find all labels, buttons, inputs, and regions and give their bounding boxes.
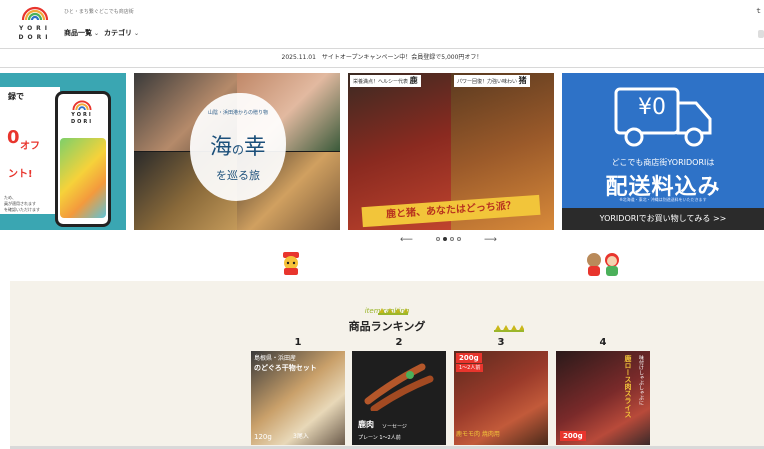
campaign-big-number: 0: [7, 127, 20, 148]
nav-categories[interactable]: カテゴリ ⌄: [104, 28, 139, 38]
chevron-down-icon: ⌄: [94, 30, 100, 37]
ranking-caption-top: 島根県・浜田産: [254, 355, 297, 362]
ranking-deco-icon: [494, 325, 524, 332]
sea-title-char: 幸: [244, 135, 267, 160]
sea-subtitle: 山陰・浜田港からの贈り物: [207, 110, 268, 116]
mascot-left-icon: [283, 252, 299, 275]
announcement-text: サイトオープンキャンペーン中！会員登録で5,000円オフ！: [321, 54, 483, 61]
ranking-number: 4: [599, 337, 607, 348]
shipping-line-1: どこでも商店街YORIDORIは: [611, 158, 715, 167]
ranking-item[interactable]: 4 味付けしゃぶしゃぶに 鹿ロース肉スライス 200g: [556, 337, 650, 445]
carousel-dot-active[interactable]: [443, 237, 447, 241]
carousel-dot[interactable]: [457, 237, 461, 241]
carousel-dot[interactable]: [450, 237, 454, 241]
mascot-pair-icon: [587, 253, 619, 276]
header-corner-text: ｔ: [755, 7, 762, 15]
boar-tag-small: パワー回復！力強い味わい: [457, 79, 518, 85]
phone-mockup: YORI DORI: [55, 91, 111, 227]
campaign-fine-line: を確認いただけます: [4, 207, 40, 212]
logo-text-bottom: DORI: [18, 34, 52, 41]
boar-tag-big: 猪: [518, 76, 527, 85]
ranking-caption-bottom: 120g: [254, 433, 272, 441]
ranking-item-image: 200g 1〜2人前 鹿モモ肉 焼肉用: [454, 351, 548, 445]
carousel-prev-arrow-icon[interactable]: ⟵: [400, 235, 413, 245]
sea-title-no: の: [231, 143, 244, 157]
carousel-dots: [436, 235, 466, 243]
campaign-big-suffix: オフ: [20, 141, 40, 152]
ranking-item-image: 鹿肉 ソーセージ プレーン 1〜2人前: [352, 351, 446, 445]
deer-tag-small: 栄養満点！ヘルシー代表: [353, 79, 409, 85]
sea-title-char: 海: [209, 135, 232, 160]
boar-tag: パワー回復！力強い味わい 猪: [454, 75, 530, 87]
ranking-caption-top: 鹿肉: [358, 420, 374, 429]
ranking-title-en: item ranking: [364, 307, 410, 315]
carousel-slide-deer-boar[interactable]: 栄養満点！ヘルシー代表 鹿 パワー回復！力強い味わい 猪 鹿と猪、あなたはどっち…: [348, 73, 554, 230]
ranking-caption-bottom: 200g: [560, 431, 586, 441]
nav-categories-label: カテゴリ: [104, 29, 132, 37]
ranking-number: 1: [294, 337, 302, 348]
carousel-slide-campaign[interactable]: 録で 0 オフ ント! ため、 員が適用されます を確認いただけます YORI …: [0, 73, 126, 230]
rainbow-logo-icon: [21, 6, 49, 20]
chevron-down-icon: ⌄: [134, 30, 140, 37]
free-shipping-yen: ¥0: [638, 95, 666, 120]
site-tagline: ひと・まち繋ぐどこでも商店街: [64, 9, 134, 15]
carousel-next-arrow-icon[interactable]: ⟶: [484, 235, 497, 245]
ranking-item-image: 味付けしゃぶしゃぶに 鹿ロース肉スライス 200g: [556, 351, 650, 445]
announcement-date: 2025.11.01: [281, 54, 316, 61]
sea-title-sub: を巡る旅: [216, 169, 260, 182]
deer-tag-big: 鹿: [409, 76, 418, 85]
ranking-title: 商品ランキング: [348, 320, 426, 333]
ranking-caption-bottom: 鹿モモ肉 焼肉用: [456, 431, 500, 438]
ranking-caption-bottom-2: 3尾入: [293, 433, 309, 440]
ranking-item[interactable]: 2 鹿肉 ソーセージ プレーン 1〜2人前: [352, 337, 446, 445]
ranking-caption-mid: 1〜2人前: [456, 364, 484, 372]
phone-screen-illustration: [60, 138, 106, 218]
logo-text: YORI DORI: [18, 24, 52, 42]
ranking-item[interactable]: 1 島根県・浜田産 のどぐろ干物セット 120g 3尾入: [251, 337, 345, 445]
phone-logo-bottom: DORI: [70, 119, 94, 125]
campaign-text-bottom: ント!: [8, 169, 33, 180]
sea-title: 海の幸: [190, 129, 286, 161]
ranking-item-image: 島根県・浜田産 のどぐろ干物セット 120g 3尾入: [251, 351, 345, 445]
campaign-fine-print: ため、 員が適用されます を確認いただけます: [4, 195, 40, 213]
shipping-note: ※北海道・東北・沖縄は別途送料をいただきます: [619, 197, 707, 202]
ranking-item[interactable]: 3 200g 1〜2人前 鹿モモ肉 焼肉用: [454, 337, 548, 445]
announcement-bar[interactable]: 2025.11.01 サイトオープンキャンペーン中！会員登録で5,000円オフ！: [0, 48, 764, 68]
deer-tag: 栄養満点！ヘルシー代表 鹿: [350, 75, 421, 87]
ranking-caption-top: 200g: [456, 353, 482, 363]
phone-logo-text: YORI DORI: [69, 112, 95, 126]
carousel-slide-shipping[interactable]: ¥0 どこでも商店街YORIDORIは 配送料込み ※北海道・東北・沖縄は別途送…: [562, 73, 764, 230]
campaign-text-top: 録で: [8, 92, 24, 101]
shipping-cta-button[interactable]: YORIDORIでお買い物してみる >>: [562, 208, 764, 230]
rainbow-logo-icon: [72, 100, 92, 110]
logo-text-top: YORI: [18, 25, 52, 32]
carousel-slide-sea[interactable]: 山陰・浜田港からの贈り物 海の幸 を巡る旅: [134, 73, 340, 230]
ranking-caption-bottom: プレーン 1〜2人前: [358, 435, 401, 441]
site-header: YORI DORI ひと・まち繋ぐどこでも商店街 商品一覧 ⌄ カテゴリ ⌄ ｔ: [0, 0, 764, 48]
ranking-caption-top: 味付けしゃぶしゃぶに: [638, 355, 644, 405]
nav-products-label: 商品一覧: [64, 29, 92, 37]
nav-products[interactable]: 商品一覧 ⌄: [64, 28, 99, 38]
site-logo[interactable]: YORI DORI: [18, 6, 52, 44]
ranking-number: 3: [497, 337, 505, 348]
carousel-dot[interactable]: [436, 237, 440, 241]
sausage-icon: [364, 363, 434, 411]
ranking-number: 2: [395, 337, 403, 348]
phone-logo-top: YORI: [71, 112, 93, 118]
header-corner-button[interactable]: [758, 30, 764, 38]
campaign-panel: 録で 0 オフ ント! ため、 員が適用されます を確認いただけます: [0, 87, 60, 214]
ranking-caption-mid: 鹿ロース肉スライス: [624, 355, 632, 418]
ranking-caption-mid: ソーセージ: [382, 424, 407, 430]
ranking-section: item ranking 商品ランキング 1 島根県・浜田産 のどぐろ干物セット…: [10, 281, 764, 449]
ranking-caption-mid: のどぐろ干物セット: [254, 364, 317, 372]
